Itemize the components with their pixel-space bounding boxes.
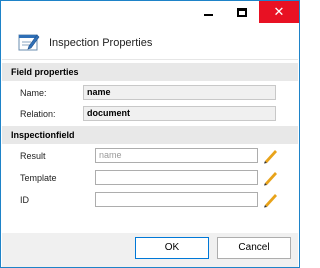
close-icon: ✕	[273, 4, 285, 20]
id-input[interactable]	[95, 192, 258, 207]
ok-button[interactable]: OK	[135, 237, 209, 259]
pencil-icon[interactable]	[262, 147, 279, 164]
properties-dialog-icon	[18, 34, 40, 51]
header-divider	[2, 59, 298, 60]
name-readonly-field: name	[83, 85, 276, 100]
section-field-properties: Field properties	[2, 63, 298, 81]
minimize-icon	[203, 14, 213, 16]
relation-readonly-field: document	[83, 106, 276, 121]
result-input[interactable]: name	[95, 148, 258, 163]
pencil-icon[interactable]	[262, 191, 279, 208]
template-input[interactable]	[95, 170, 258, 185]
result-placeholder: name	[99, 150, 122, 160]
pencil-icon[interactable]	[262, 169, 279, 186]
cancel-button[interactable]: Cancel	[217, 237, 291, 259]
title-bar[interactable]: ✕	[1, 1, 299, 26]
id-label: ID	[20, 195, 29, 205]
section-inspectionfield: Inspectionfield	[2, 126, 298, 144]
result-label: Result	[20, 151, 46, 161]
dialog-window: ✕ Inspection Properties Field properties…	[0, 0, 300, 268]
minimize-button[interactable]	[191, 1, 225, 23]
close-button[interactable]: ✕	[259, 1, 299, 23]
template-label: Template	[20, 173, 57, 183]
relation-label: Relation:	[20, 109, 56, 119]
maximize-icon	[237, 7, 247, 17]
maximize-button[interactable]	[225, 1, 259, 23]
name-label: Name:	[20, 88, 47, 98]
dialog-title: Inspection Properties	[49, 37, 153, 49]
